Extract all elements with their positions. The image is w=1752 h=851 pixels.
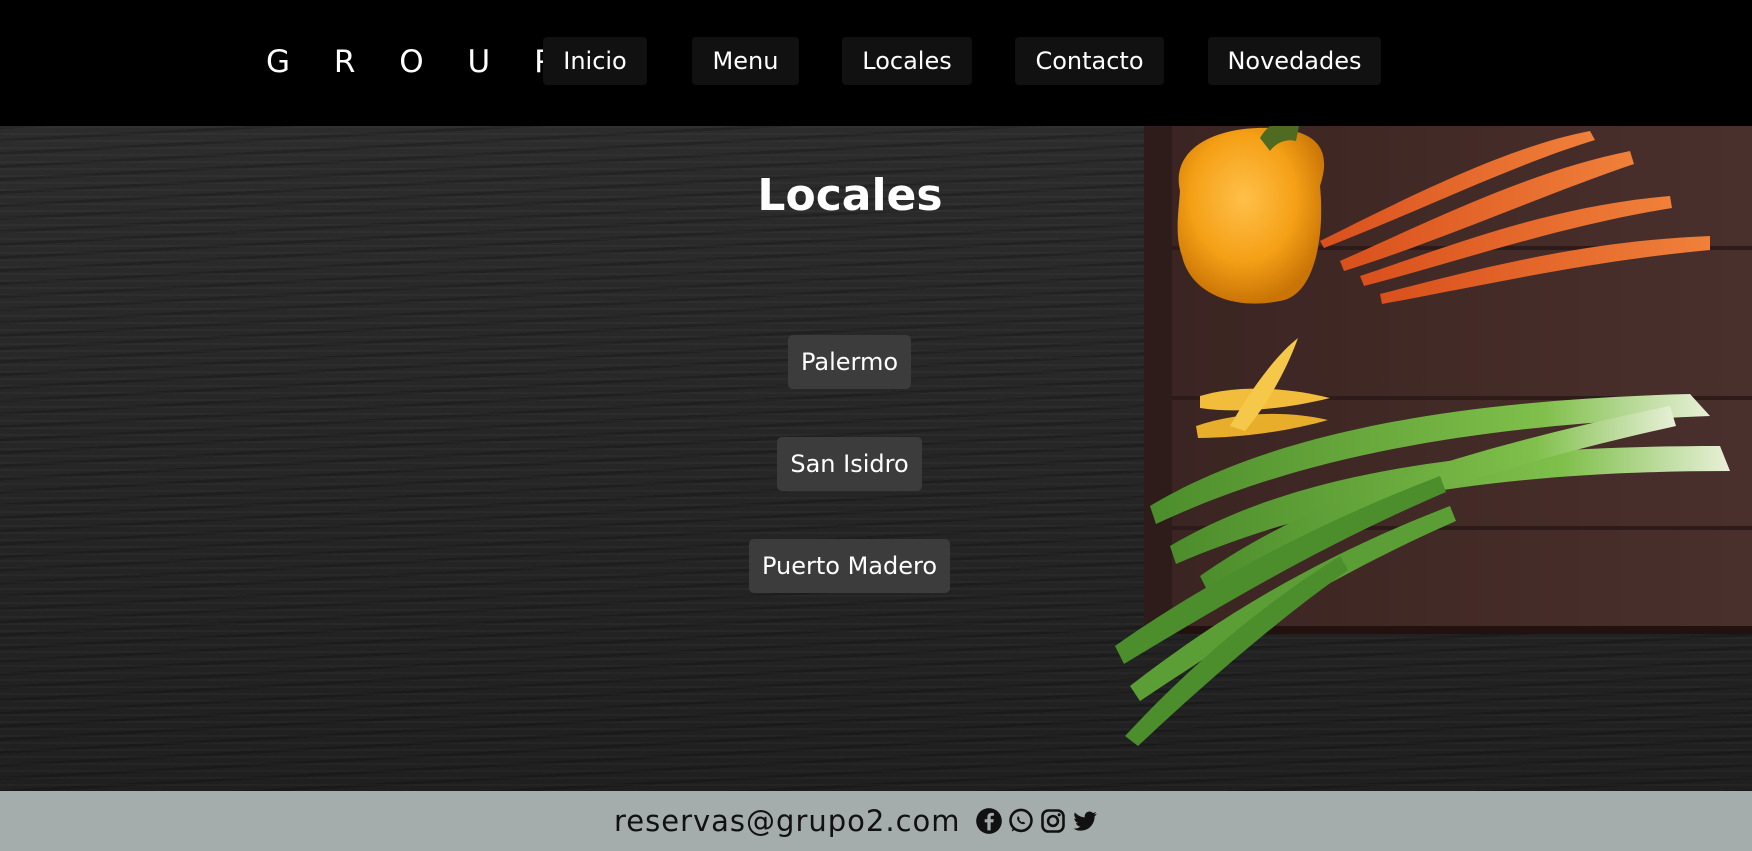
twitter-icon[interactable] xyxy=(1071,807,1099,835)
nav-locales[interactable]: Locales xyxy=(842,37,972,85)
page-title: Locales xyxy=(757,170,943,221)
nav-inicio[interactable]: Inicio xyxy=(543,37,647,85)
hero-section: Locales Palermo San Isidro Puerto Madero xyxy=(0,126,1752,791)
footer-contact: reservas@grupo2.com xyxy=(614,800,1099,842)
instagram-icon[interactable] xyxy=(1039,807,1067,835)
nav-menu[interactable]: Menu xyxy=(692,37,799,85)
nav-contacto[interactable]: Contacto xyxy=(1015,37,1164,85)
location-button-san-isidro[interactable]: San Isidro xyxy=(777,437,922,491)
location-button-puerto-madero[interactable]: Puerto Madero xyxy=(749,539,950,593)
footer-email[interactable]: reservas@grupo2.com xyxy=(614,804,961,838)
facebook-icon[interactable] xyxy=(975,807,1003,835)
nav-novedades[interactable]: Novedades xyxy=(1208,37,1381,85)
location-button-palermo[interactable]: Palermo xyxy=(788,335,911,389)
site-header: G R O U P 2 Inicio Menu Locales Contacto… xyxy=(0,0,1752,126)
page: G R O U P 2 Inicio Menu Locales Contacto… xyxy=(0,0,1752,851)
whatsapp-icon[interactable] xyxy=(1007,807,1035,835)
site-footer: reservas@grupo2.com xyxy=(0,791,1752,851)
